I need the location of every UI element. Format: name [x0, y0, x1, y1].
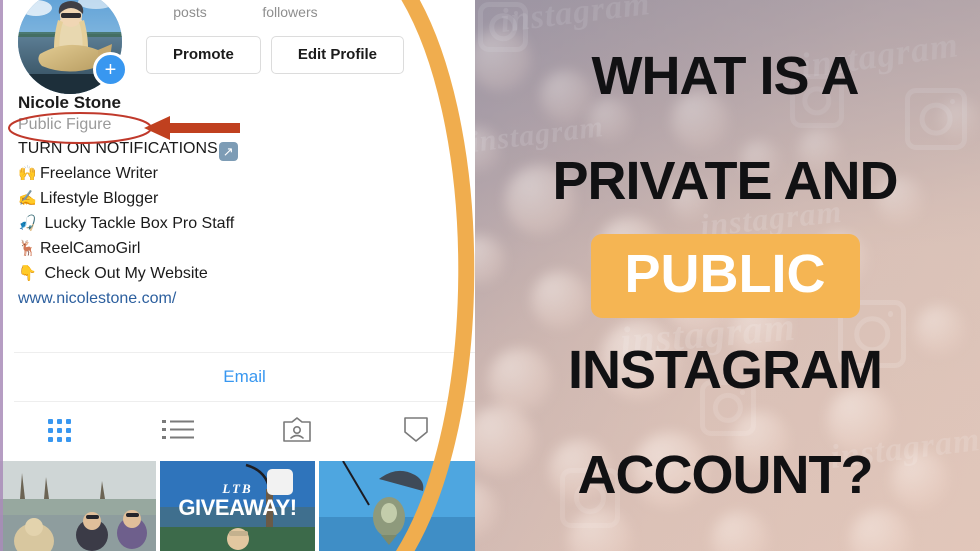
point-down-icon: 👇: [18, 265, 37, 282]
external-link-icon: ↗: [218, 142, 238, 161]
bio-line-text: Freelance Writer: [40, 165, 158, 182]
stat-posts-label: posts: [173, 4, 207, 20]
tab-guides[interactable]: [356, 416, 475, 444]
grid-photo-2-white-card: [267, 469, 294, 495]
stat-followers-label: followers: [262, 4, 318, 20]
stat-following[interactable]: f: [340, 0, 440, 22]
bio-line-reelcamogirl: 🦌 ReelCamoGirl: [18, 236, 458, 261]
writing-hand-icon: ✍️: [18, 190, 37, 207]
promote-button[interactable]: Promote: [146, 36, 261, 74]
title-line-3-wrap: PUBLIC: [590, 233, 860, 318]
bio-line-text: Check Out My Website: [40, 265, 208, 282]
profile-tab-bar: [0, 404, 475, 456]
title-line-2: PRIVATE AND: [552, 150, 898, 211]
instagram-profile-screenshot: 267 posts 14.6K followers f: [0, 0, 475, 551]
email-button-row[interactable]: Email: [14, 352, 475, 402]
thumbnail-canvas: instagram instagram instagram instagram …: [0, 0, 980, 551]
bio-line-text: ReelCamoGirl: [40, 240, 141, 257]
tagged-person-icon: [283, 417, 311, 442]
account-category: Public Figure: [18, 116, 112, 133]
title-line-5: ACCOUNT?: [577, 444, 874, 505]
grid-icon: [47, 418, 71, 442]
tab-tagged[interactable]: [238, 416, 357, 444]
stat-posts[interactable]: 267 posts: [140, 0, 240, 22]
phone-screen: 267 posts 14.6K followers f: [0, 0, 475, 551]
profile-stats: 267 posts 14.6K followers f: [140, 0, 440, 22]
bio-line-website-prompt: 👇 Check Out My Website: [18, 261, 458, 286]
bio-line-text: Lucky Tackle Box Pro Staff: [40, 215, 235, 232]
website-link[interactable]: www.nicolestone.com/: [18, 286, 458, 311]
public-highlight-badge: PUBLIC: [590, 233, 860, 318]
grid-photo-1[interactable]: [0, 461, 156, 551]
stat-followers[interactable]: 14.6K followers: [240, 0, 340, 22]
tab-grid[interactable]: [0, 418, 119, 442]
fishing-pole-icon: 🎣: [18, 215, 37, 232]
bio-line-pro-staff: 🎣 Lucky Tackle Box Pro Staff: [18, 211, 458, 236]
screenshot-left-edge: [0, 0, 3, 551]
bio-line-writer: 🙌 Freelance Writer: [18, 161, 458, 186]
display-name: Nicole Stone: [18, 93, 121, 112]
grid-photo-1-image: [0, 461, 156, 551]
bio-line-blogger: ✍️ Lifestyle Blogger: [18, 186, 458, 211]
title-overlay: WHAT IS A PRIVATE AND PUBLIC INSTAGRAM A…: [470, 0, 980, 551]
bio-line-notifications: TURN ON NOTIFICATIONS ↗: [18, 136, 458, 161]
guides-bookmark-icon: [403, 417, 428, 442]
grid-photo-2-caption-large: GIVEAWAY!: [178, 495, 297, 520]
deer-icon: 🦌: [18, 240, 37, 257]
photo-grid: LTB GIVEAWAY!: [0, 461, 475, 551]
grid-photo-3[interactable]: [319, 461, 475, 551]
bio-line-text: Lifestyle Blogger: [40, 190, 159, 207]
list-icon: [162, 420, 195, 439]
profile-bio: Nicole Stone Public Figure TURN ON NOTIF…: [18, 92, 458, 311]
bio-line-text: TURN ON NOTIFICATIONS: [18, 140, 218, 157]
add-to-story-icon[interactable]: +: [93, 52, 128, 87]
title-line-1: WHAT IS A: [591, 45, 860, 106]
email-button-label: Email: [223, 367, 266, 386]
edit-profile-button[interactable]: Edit Profile: [270, 36, 405, 74]
tab-list[interactable]: [119, 417, 238, 443]
grid-photo-2[interactable]: LTB GIVEAWAY!: [159, 461, 316, 551]
grid-photo-3-image: [319, 461, 475, 551]
title-line-4: INSTAGRAM: [568, 339, 883, 400]
profile-action-buttons: Promote Edit Profile: [146, 36, 405, 74]
raising-hands-icon: 🙌: [18, 165, 37, 182]
